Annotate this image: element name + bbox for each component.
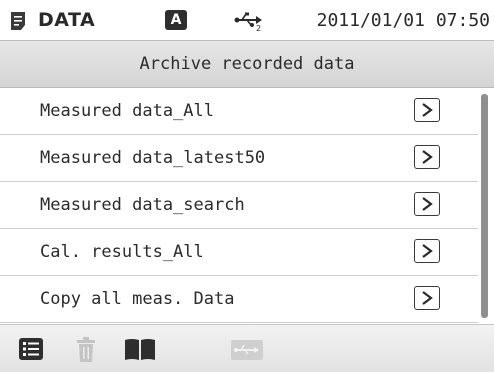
datetime: 2011/01/01 07:50 xyxy=(316,10,490,31)
usb-connected-icon: 2 xyxy=(234,12,262,32)
menu-item-measured-data-all[interactable]: Measured data_All xyxy=(0,88,478,135)
chevron-right-icon xyxy=(422,244,433,258)
menu-item-label: Measured data_latest50 xyxy=(40,148,266,168)
menu-item-label: Cal. results_All xyxy=(40,242,204,262)
chevron-right-button[interactable] xyxy=(414,286,440,310)
chevron-right-button[interactable] xyxy=(414,145,440,169)
book-icon[interactable] xyxy=(124,337,156,361)
list-icon[interactable] xyxy=(18,337,44,361)
scrollbar-thumb[interactable] xyxy=(481,94,488,318)
menu-item-measured-data-search[interactable]: Measured data_search xyxy=(0,182,478,229)
chevron-right-icon xyxy=(422,103,433,117)
chevron-right-button[interactable] xyxy=(414,239,440,263)
menu-item-copy-all-meas-data[interactable]: Copy all meas. Data xyxy=(0,276,478,323)
chevron-right-icon xyxy=(422,197,433,211)
chevron-right-button[interactable] xyxy=(414,192,440,216)
svg-text:2: 2 xyxy=(256,24,261,32)
menu-list: Measured data_All Measured data_latest50… xyxy=(0,88,478,324)
screen-title: DATA xyxy=(38,9,96,31)
chevron-right-button[interactable] xyxy=(414,98,440,122)
status-bar: DATA A 2 2011/01/01 07:50 xyxy=(0,0,494,40)
bottom-toolbar xyxy=(0,324,494,372)
chevron-right-icon xyxy=(422,150,433,164)
page-header: Archive recorded data xyxy=(0,40,494,88)
menu-item-measured-data-latest50[interactable]: Measured data_latest50 xyxy=(0,135,478,182)
menu-item-label: Copy all meas. Data xyxy=(40,289,235,309)
document-icon xyxy=(11,12,25,30)
usb-icon[interactable] xyxy=(230,339,264,361)
trash-icon[interactable] xyxy=(74,337,98,363)
chevron-right-icon xyxy=(422,291,433,305)
menu-item-label: Measured data_search xyxy=(40,195,245,215)
scrollbar[interactable] xyxy=(481,94,488,318)
mode-badge: A xyxy=(165,10,187,30)
menu-item-cal-results-all[interactable]: Cal. results_All xyxy=(0,229,478,276)
menu-item-label: Measured data_All xyxy=(40,101,214,121)
